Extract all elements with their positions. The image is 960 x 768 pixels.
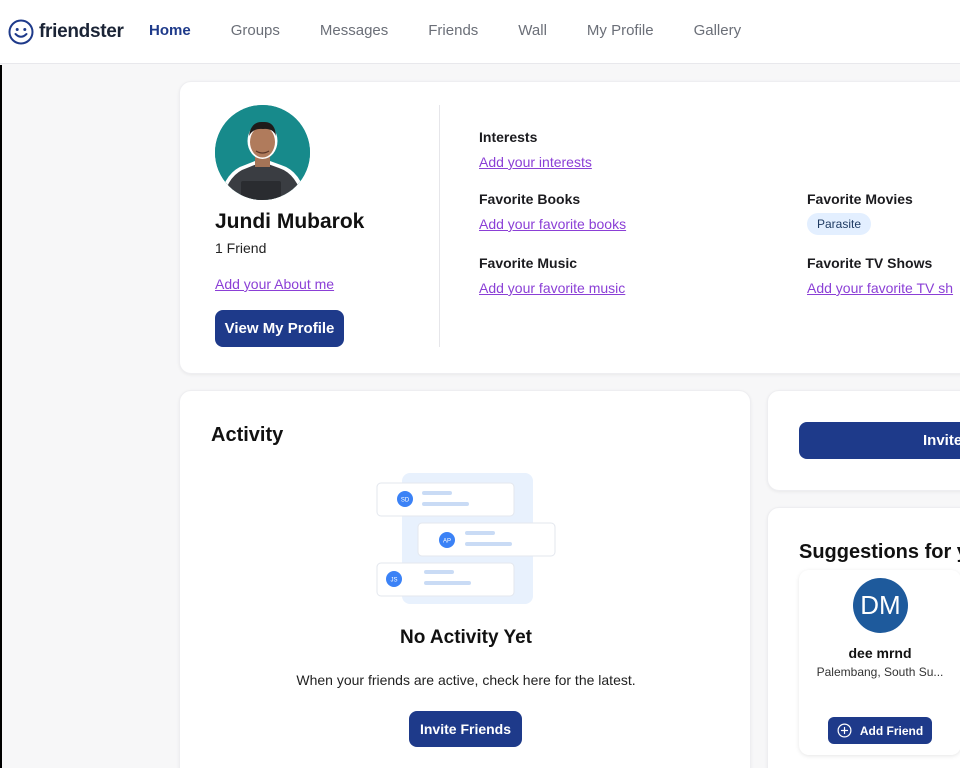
favorite-books-label: Favorite Books (479, 191, 581, 207)
nav-gallery[interactable]: Gallery (694, 22, 742, 39)
suggestions-card: Suggestions for y DM dee mrnd Palembang,… (767, 507, 960, 768)
plus-circle-icon (837, 723, 852, 738)
left-edge (0, 65, 2, 768)
illus-initials-sd: SD (401, 498, 410, 504)
activity-card: Activity SD AP JS No Activity Yet When y… (179, 390, 751, 768)
nav-my-profile[interactable]: My Profile (587, 22, 654, 39)
activity-card-1: SD (376, 482, 515, 517)
no-activity-description: When your friends are active, check here… (296, 672, 636, 688)
nav-messages[interactable]: Messages (320, 22, 388, 39)
view-my-profile-button[interactable]: View My Profile (215, 310, 344, 347)
suggestion-item: DM dee mrnd Palembang, South Su... Add F… (799, 570, 960, 755)
add-friend-label: Add Friend (859, 723, 924, 738)
invite-button[interactable]: Invite (799, 422, 960, 459)
favorite-movies-label: Favorite Movies (807, 191, 913, 207)
activity-card-3: JS (376, 562, 515, 597)
suggestion-avatar[interactable]: DM (853, 578, 908, 633)
movie-tag: Parasite (807, 213, 872, 235)
nav-home[interactable]: Home (149, 22, 191, 39)
profile-card: Jundi Mubarok 1 Friend Add your About me… (179, 81, 960, 374)
add-tv-link[interactable]: Add your favorite TV sh (807, 280, 953, 296)
add-friend-button[interactable]: Add Friend (828, 717, 932, 744)
suggestion-location: Palembang, South Su... (816, 665, 944, 679)
favorite-music-label: Favorite Music (479, 255, 578, 271)
empty-activity-illustration: SD AP JS (376, 473, 556, 604)
activity-title: Activity (211, 424, 284, 446)
nav-groups[interactable]: Groups (231, 22, 280, 39)
invite-card: Invite (767, 390, 960, 491)
interests-label: Interests (479, 129, 538, 145)
nav-friends[interactable]: Friends (428, 22, 478, 39)
brand-logo[interactable]: friendster (8, 19, 124, 45)
brand-name: friendster (39, 21, 124, 42)
illus-initials-js: JS (390, 578, 397, 584)
add-books-link[interactable]: Add your favorite books (479, 216, 626, 232)
invite-friends-button[interactable]: Invite Friends (409, 711, 522, 747)
main-nav: Home Groups Messages Friends Wall My Pro… (149, 22, 781, 39)
favorite-tv-label: Favorite TV Shows (807, 255, 933, 271)
no-activity-title: No Activity Yet (400, 627, 532, 648)
add-music-link[interactable]: Add your favorite music (479, 280, 625, 296)
add-interests-link[interactable]: Add your interests (479, 154, 592, 170)
add-about-me-link[interactable]: Add your About me (215, 276, 334, 292)
smiley-icon (8, 19, 34, 45)
friends-count: 1 Friend (215, 240, 267, 256)
profile-divider (439, 105, 440, 347)
nav-wall[interactable]: Wall (518, 22, 547, 39)
top-navbar: friendster Home Groups Messages Friends … (0, 0, 960, 64)
profile-avatar[interactable] (215, 105, 310, 200)
person-photo-icon (215, 105, 310, 200)
profile-name: Jundi Mubarok (215, 210, 365, 233)
suggestions-title: Suggestions for y (799, 541, 960, 563)
activity-card-2: AP (417, 522, 556, 557)
suggestion-name[interactable]: dee mrnd (799, 645, 960, 661)
illus-initials-ap: AP (443, 539, 451, 545)
